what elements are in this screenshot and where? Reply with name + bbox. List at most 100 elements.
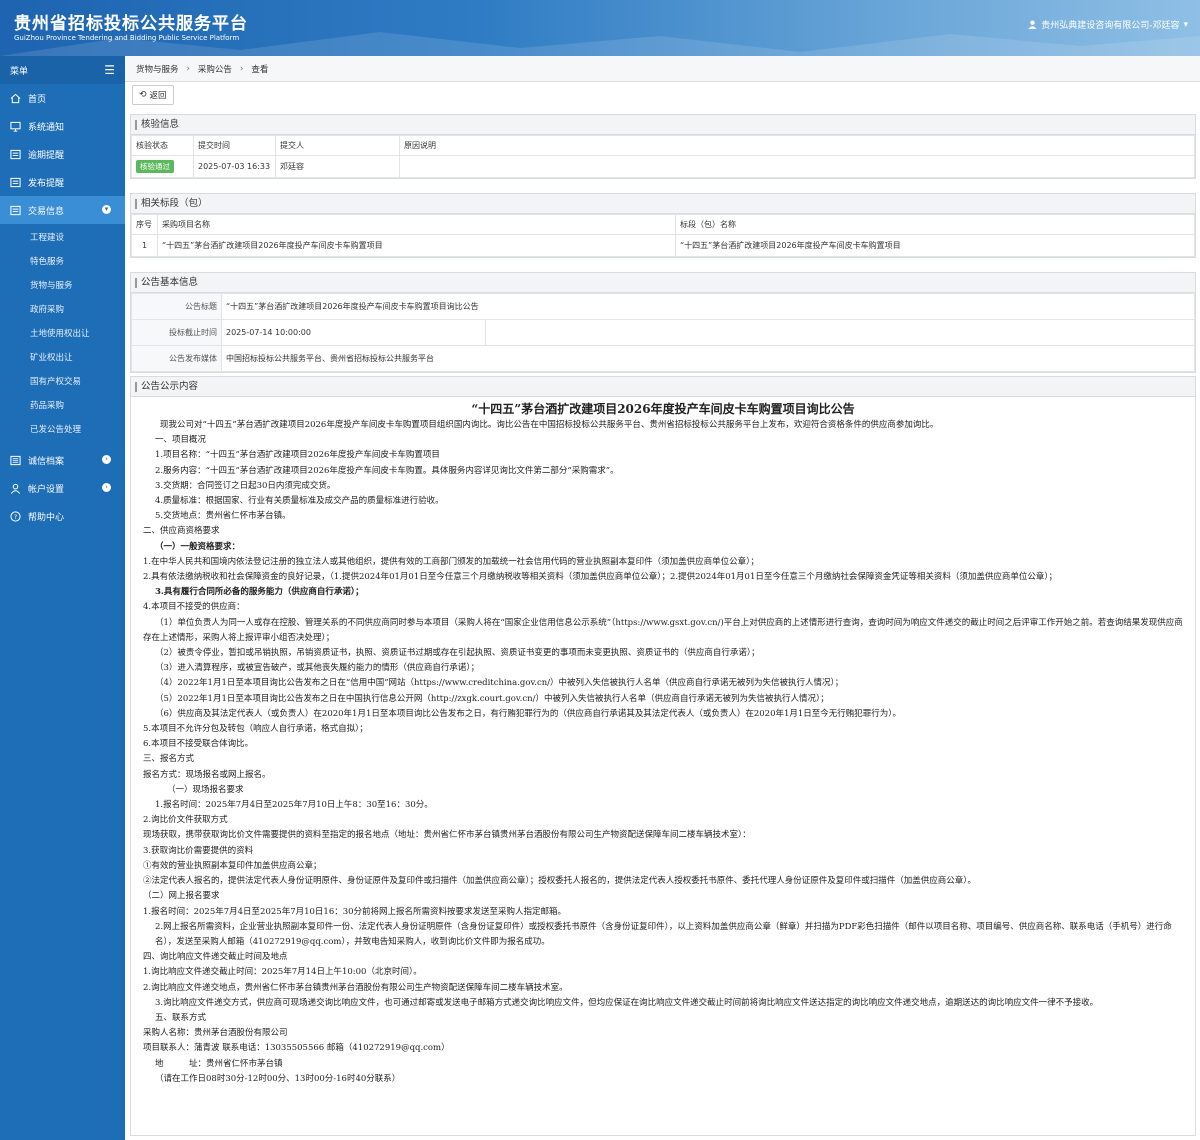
sections-panel-title: 相关标段（包）	[131, 194, 1195, 214]
verify-time: 2025-07-03 16:33	[193, 155, 276, 178]
basic-info-panel-title: 公告基本信息	[131, 273, 1195, 293]
hamburger-icon[interactable]: ☰	[104, 63, 115, 77]
notice-paragraph: 2.具有依法缴纳税收和社会保障资金的良好记录，（1.提供2024年01月01日至…	[143, 572, 1058, 583]
sidebar-item-overdue[interactable]: 逾期提醒	[0, 140, 125, 168]
home-icon	[10, 93, 21, 103]
notice-paragraph: 五、联系方式	[155, 1012, 207, 1023]
col-header: 标段（包）名称	[675, 214, 1195, 235]
notice-paragraph: （一）现场报名要求	[167, 784, 244, 795]
platform-subtitle: GuiZhou Province Tendering and Bidding P…	[14, 34, 240, 42]
section-name: “十四五”茅台酒扩改建项目2026年度投产车间皮卡车购置项目	[675, 234, 1195, 257]
notice-paragraph: （6）供应商及其法定代表人（或负责人）在2020年1月1日至本项目询比公告发布之…	[155, 708, 902, 719]
user-icon	[1028, 20, 1037, 29]
notice-paragraph: 项目联系人：蒲青波 联系电话：13035505566 邮箱（410272919@…	[143, 1043, 450, 1054]
notice-paragraph: （4）2022年1月1日至本项目询比公告发布之日在“信用中国”网站（https:…	[155, 678, 844, 689]
list-icon	[10, 205, 21, 215]
notice-panel: 公告公示内容 “十四五”茅台酒扩改建项目2026年度投产车间皮卡车购置项目询比公…	[130, 376, 1196, 1136]
submenu-item-published[interactable]: 已发公告处理	[0, 418, 125, 442]
verify-table: 核验状态 提交时间 提交人 原因说明 核验通过 2025-07-03 16:33…	[131, 135, 1195, 178]
section-project: “十四五”茅台酒扩改建项目2026年度投产车间皮卡车购置项目	[157, 234, 676, 257]
top-header: 贵州省招标投标公共服务平台 GuiZhou Province Tendering…	[0, 0, 1200, 56]
sidebar-submenu: 工程建设 特色服务 货物与服务 政府采购 土地使用权出让 矿业权出让 国有产权交…	[0, 224, 125, 442]
notice-content: “十四五”茅台酒扩改建项目2026年度投产车间皮卡车购置项目询比公告 现我公司对…	[131, 397, 1195, 1091]
notice-paragraph: 采购人名称：贵州茅台酒股份有限公司	[143, 1028, 288, 1039]
help-icon: ?	[10, 510, 21, 522]
back-button[interactable]: ⟲ 返回	[132, 85, 174, 105]
submenu-item-mining[interactable]: 矿业权出让	[0, 346, 125, 370]
archive-icon	[10, 455, 21, 465]
submenu-item-land[interactable]: 土地使用权出让	[0, 322, 125, 346]
sidebar-item-label: 发布提醒	[28, 178, 65, 189]
col-header: 采购项目名称	[157, 214, 676, 235]
chevron-right-icon: ›	[186, 63, 190, 74]
list-icon	[10, 177, 21, 187]
main-content: 货物与服务 › 采购公告 › 查看 ⟲ 返回 核验信息 核验状态 提交时间 提交…	[125, 56, 1200, 1140]
col-header: 原因说明	[399, 135, 1195, 156]
sidebar-item-notice[interactable]: 系统通知	[0, 112, 125, 140]
notice-paragraph: （二）网上报名要求	[143, 891, 220, 902]
breadcrumb-item-notice[interactable]: 采购公告	[194, 63, 236, 75]
notice-paragraph: 2.服务内容：“十四五”茅台酒扩改建项目2026年度投产车间皮卡车购置。具体服务…	[155, 465, 619, 476]
notice-paragraph: 1.报名时间：2025年7月4日至2025年7月10日16：30分前将网上报名所…	[143, 906, 567, 917]
notice-paragraph: 2.网上报名所需资料，企业营业执照副本复印件一份、法定代表人身份证明原件（含身份…	[155, 921, 1172, 947]
back-icon: ⟲	[139, 90, 147, 100]
sidebar-header: 菜单 ☰	[0, 56, 125, 84]
sidebar-item-credit[interactable]: 诚信档案 ›	[0, 446, 125, 474]
sidebar: 菜单 ☰ 首页 系统通知 逾期提醒 发布提醒 交易信息 ▾ 工程建设 特色服务 …	[0, 56, 125, 1140]
submenu-item-special[interactable]: 特色服务	[0, 250, 125, 274]
notice-paragraph: （5）2022年1月1日至本项目询比公告发布之日在中国执行信息公开网（http:…	[155, 693, 829, 704]
sidebar-item-trade-info[interactable]: 交易信息 ▾	[0, 196, 125, 224]
sidebar-item-home[interactable]: 首页	[0, 84, 125, 112]
chevron-right-icon: ›	[102, 483, 111, 492]
section-no: 1	[131, 234, 158, 257]
notice-paragraph: 6.本项目不接受联合体询比。	[143, 739, 254, 750]
notice-paragraph: 四、询比响应文件递交截止时间及地点	[143, 952, 288, 963]
notice-paragraph: 现场获取，携带获取询比价文件需要提供的资料至指定的报名地点（地址：贵州省仁怀市茅…	[143, 830, 751, 841]
submenu-item-construction[interactable]: 工程建设	[0, 226, 125, 250]
monitor-icon	[10, 121, 21, 132]
notice-paragraph: （2）被责令停业，暂扣或吊销执照，吊销资质证书，执照、资质证书过期或存在引起执照…	[155, 648, 760, 659]
basic-info-table: 公告标题 “十四五”茅台酒扩改建项目2026年度投产车间皮卡车购置项目询比公告 …	[131, 293, 1195, 372]
breadcrumb-item-goods[interactable]: 货物与服务	[132, 63, 183, 75]
sidebar-item-account[interactable]: 帐户设置 ›	[0, 474, 125, 502]
breadcrumb-item-view: 查看	[251, 64, 269, 75]
notice-paragraph: 4.本项目不接受的供应商：	[143, 602, 245, 613]
sidebar-item-publish[interactable]: 发布提醒	[0, 168, 125, 196]
sidebar-item-label: 诚信档案	[28, 456, 65, 467]
notice-paragraph: 4.质量标准：根据国家、行业有关质量标准及成交产品的质量标准进行验收。	[155, 496, 444, 507]
sidebar-item-label: 系统通知	[28, 122, 65, 133]
col-header: 核验状态	[131, 135, 194, 156]
col-header: 序号	[131, 214, 158, 235]
submenu-item-gov[interactable]: 政府采购	[0, 298, 125, 322]
menu-label: 菜单	[10, 66, 29, 77]
submenu-item-drug[interactable]: 药品采购	[0, 394, 125, 418]
sidebar-item-label: 首页	[28, 94, 47, 105]
sections-table: 序号 采购项目名称 标段（包）名称 1 “十四五”茅台酒扩改建项目2026年度投…	[131, 214, 1195, 257]
status-badge: 核验通过	[136, 160, 174, 173]
notice-paragraph: 3.具有履行合同所必备的服务能力（供应商自行承诺）；	[155, 587, 364, 598]
notice-paragraph: 1.报名时间：2025年7月4日至2025年7月10日上午8：30至16：30分…	[155, 800, 433, 811]
verify-panel-title: 核验信息	[131, 115, 1195, 135]
notice-panel-title: 公告公示内容	[131, 377, 1195, 397]
user-menu[interactable]: 贵州弘典建设咨询有限公司-邓廷容 ▾	[1028, 18, 1188, 31]
sidebar-item-help[interactable]: ? 帮助中心	[0, 502, 125, 530]
notice-paragraph: 2.询比价文件获取方式	[143, 815, 228, 826]
user-icon	[10, 483, 21, 494]
caret-down-icon: ▾	[1183, 19, 1188, 30]
col-header: 提交人	[275, 135, 400, 156]
list-icon	[10, 149, 21, 159]
sections-panel: 相关标段（包） 序号 采购项目名称 标段（包）名称 1 “十四五”茅台酒扩改建项…	[130, 193, 1196, 258]
basic-value: “十四五”茅台酒扩改建项目2026年度投产车间皮卡车购置项目询比公告	[221, 293, 1195, 320]
breadcrumb: 货物与服务 › 采购公告 › 查看	[125, 56, 1200, 82]
sidebar-item-label: 交易信息	[28, 206, 65, 217]
user-name: 贵州弘典建设咨询有限公司-邓廷容	[1041, 21, 1180, 31]
verify-reason	[399, 155, 1195, 178]
sidebar-item-label: 帮助中心	[28, 512, 65, 523]
notice-paragraph: 地 址：贵州省仁怀市茅台镇	[155, 1058, 283, 1069]
notice-paragraph: （一）一般资格要求：	[155, 541, 241, 552]
submenu-item-goods[interactable]: 货物与服务	[0, 274, 125, 298]
chevron-down-icon: ▾	[102, 205, 111, 214]
submenu-item-property[interactable]: 国有产权交易	[0, 370, 125, 394]
basic-info-panel: 公告基本信息 公告标题 “十四五”茅台酒扩改建项目2026年度投产车间皮卡车购置…	[130, 272, 1196, 373]
verify-person: 邓廷容	[275, 155, 400, 178]
